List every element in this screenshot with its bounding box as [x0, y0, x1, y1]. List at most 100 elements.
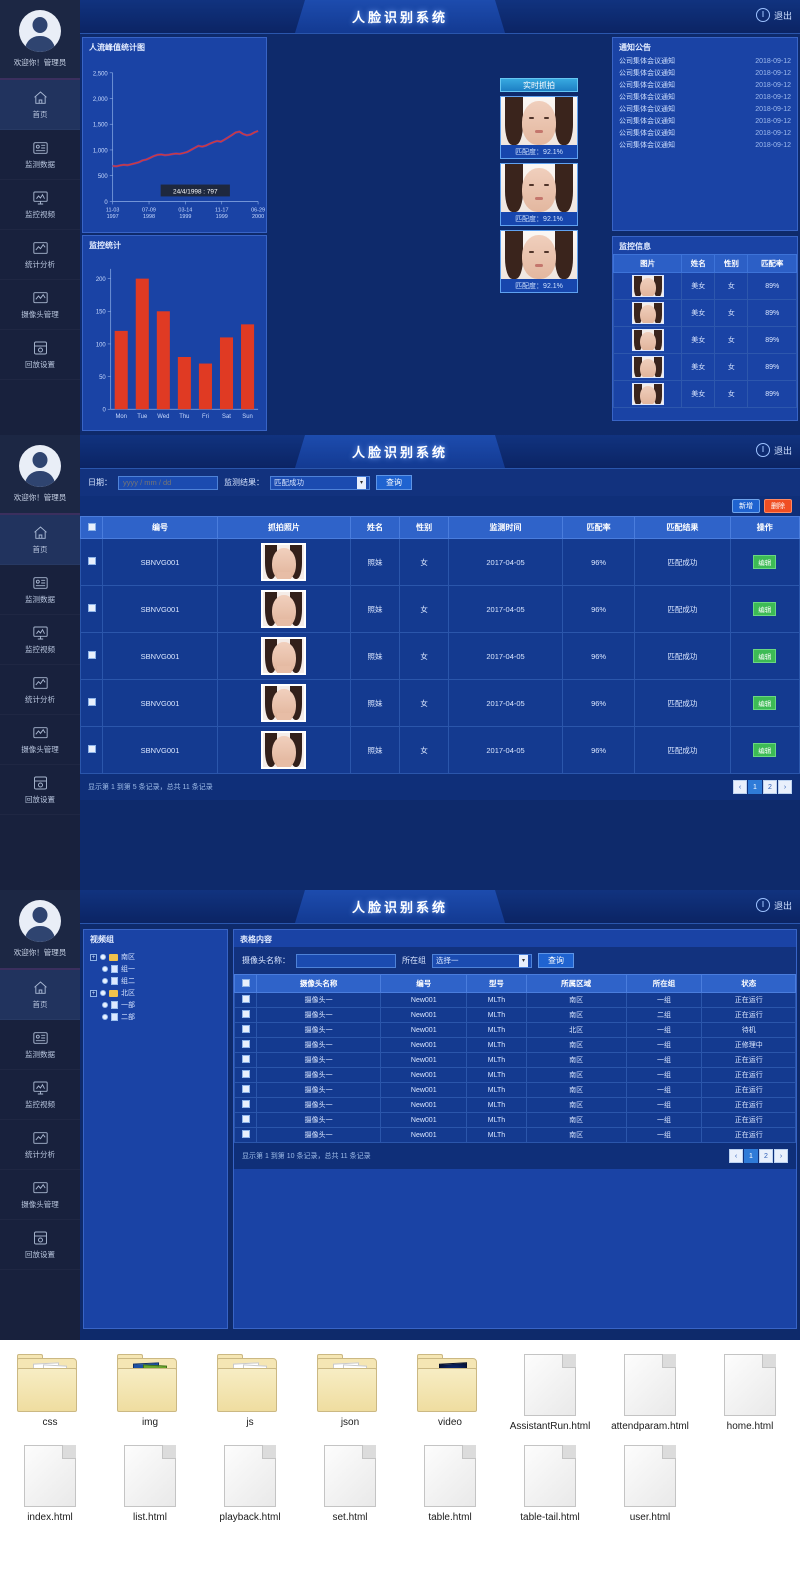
result-select[interactable]: 匹配成功 ▾ [270, 475, 370, 490]
table-row[interactable]: SBNVG001 照妹女 2017-04-05 96% 匹配成功 编辑 [80, 538, 800, 586]
table-row[interactable]: SBNVG001 照妹女 2017-04-05 96% 匹配成功 编辑 [80, 726, 800, 774]
table-row[interactable]: 摄像头一 New001 MLTh 南区 二组 正在运行 [234, 1007, 796, 1023]
notice-item[interactable]: 公司集体会议通知 2018-09-12 [613, 115, 797, 127]
sidebar-item-6[interactable]: 回放设置 [0, 330, 80, 380]
sidebar-item-4[interactable]: 统计分析 [0, 1120, 80, 1170]
edit-button[interactable]: 编辑 [753, 696, 777, 710]
table-row[interactable]: 美女女 89% [612, 380, 797, 408]
add-record-button[interactable]: 新增 [732, 499, 760, 513]
notice-text[interactable]: 公司集体会议通知 [619, 68, 675, 78]
file-item[interactable]: AssistantRun.html [500, 1354, 600, 1433]
select-all-checkbox-cameras[interactable] [241, 978, 250, 987]
notice-text[interactable]: 公司集体会议通知 [619, 128, 675, 138]
row-checkbox[interactable] [87, 604, 96, 612]
notice-item[interactable]: 公司集体会议通知 2018-09-12 [613, 67, 797, 79]
notice-item[interactable]: 公司集体会议通知 2018-09-12 [613, 55, 797, 67]
notice-item[interactable]: 公司集体会议通知 2018-09-12 [613, 79, 797, 91]
live-capture-card[interactable]: 匹配度：92.1% [500, 96, 578, 159]
edit-button[interactable]: 编辑 [753, 649, 777, 663]
sidebar-item-4[interactable]: 统计分析 [0, 230, 80, 280]
live-capture-card[interactable]: 匹配度：92.1% [500, 230, 578, 293]
tree-node[interactable]: + 北区 [90, 987, 221, 999]
tree-node[interactable]: 组一 [90, 963, 221, 975]
notice-text[interactable]: 公司集体会议通知 [619, 92, 675, 102]
expand-icon[interactable]: + [90, 953, 97, 961]
logout-button-3[interactable]: 退出 [755, 898, 792, 912]
select-all-checkbox[interactable] [87, 522, 96, 531]
sidebar-item-3[interactable]: 监控视频 [0, 180, 80, 230]
logout-button[interactable]: 退出 [755, 8, 792, 22]
table-row[interactable]: 摄像头一 New001 MLTh 南区 一组 正在运行 [234, 1052, 796, 1068]
live-capture-card[interactable]: 匹配度：92.1% [500, 163, 578, 226]
table-row[interactable]: 美女女 89% [612, 353, 797, 381]
sidebar-item-3[interactable]: 监控视频 [0, 615, 80, 665]
notice-text[interactable]: 公司集体会议通知 [619, 56, 675, 66]
sidebar-item-6[interactable]: 回放设置 [0, 1220, 80, 1270]
table-row[interactable]: 摄像头一 New001 MLTh 南区 一组 正在运行 [234, 1082, 796, 1098]
row-checkbox[interactable] [241, 1100, 250, 1108]
sidebar-item-2[interactable]: 监测数据 [0, 1020, 80, 1070]
cameras-page-2[interactable]: 2 [759, 1149, 773, 1163]
camera-name-input[interactable] [296, 953, 396, 968]
row-checkbox[interactable] [241, 1010, 250, 1018]
row-checkbox[interactable] [241, 1130, 250, 1138]
row-checkbox[interactable] [241, 1025, 250, 1033]
sidebar-item-4[interactable]: 统计分析 [0, 665, 80, 715]
delete-record-button[interactable]: 删除 [764, 499, 792, 513]
notice-item[interactable]: 公司集体会议通知 2018-09-12 [613, 139, 797, 151]
row-checkbox[interactable] [241, 1115, 250, 1123]
edit-button[interactable]: 编辑 [753, 602, 777, 616]
file-item[interactable]: index.html [0, 1444, 100, 1524]
sidebar-item-1[interactable]: 首页 [0, 970, 80, 1020]
table-row[interactable]: 摄像头一 New001 MLTh 北区 一组 待机 [234, 1022, 796, 1038]
sidebar-item-1[interactable]: 首页 [0, 80, 80, 130]
table-row[interactable]: 美女女 89% [612, 272, 797, 300]
sidebar-item-2[interactable]: 监测数据 [0, 565, 80, 615]
notice-text[interactable]: 公司集体会议通知 [619, 104, 675, 114]
row-checkbox[interactable] [241, 1040, 250, 1048]
edit-button[interactable]: 编辑 [753, 555, 777, 569]
camera-query-button[interactable]: 查询 [538, 953, 574, 968]
table-row[interactable]: SBNVG001 照妹女 2017-04-05 96% 匹配成功 编辑 [80, 632, 800, 680]
tree-node[interactable]: + 南区 [90, 951, 221, 963]
file-item[interactable]: attendparam.html [600, 1354, 700, 1433]
table-row[interactable]: SBNVG001 照妹女 2017-04-05 96% 匹配成功 编辑 [80, 679, 800, 727]
cameras-page-prev[interactable]: ‹ [729, 1149, 743, 1163]
notice-item[interactable]: 公司集体会议通知 2018-09-12 [613, 103, 797, 115]
row-checkbox[interactable] [241, 1070, 250, 1078]
file-item[interactable]: playback.html [200, 1444, 300, 1524]
row-checkbox[interactable] [241, 1085, 250, 1093]
records-page-next[interactable]: › [778, 780, 792, 794]
records-page-2[interactable]: 2 [763, 780, 777, 794]
table-row[interactable]: 摄像头一 New001 MLTh 南区 一组 正在运行 [234, 1112, 796, 1128]
date-input[interactable] [118, 475, 218, 490]
tree-node[interactable]: 组二 [90, 975, 221, 987]
folder-item[interactable]: css [0, 1354, 100, 1433]
row-checkbox[interactable] [241, 1055, 250, 1063]
table-row[interactable]: 美女女 89% [612, 326, 797, 354]
cameras-page-next[interactable]: › [774, 1149, 788, 1163]
folder-item[interactable]: js [200, 1354, 300, 1433]
records-page-prev[interactable]: ‹ [733, 780, 747, 794]
sidebar-item-5[interactable]: 摄像头管理 [0, 1170, 80, 1220]
file-item[interactable]: list.html [100, 1444, 200, 1524]
sidebar-item-6[interactable]: 回放设置 [0, 765, 80, 815]
table-row[interactable]: 摄像头一 New001 MLTh 南区 一组 正在运行 [234, 992, 796, 1008]
edit-button[interactable]: 编辑 [753, 743, 777, 757]
records-query-button[interactable]: 查询 [376, 475, 412, 490]
row-checkbox[interactable] [87, 745, 96, 753]
table-row[interactable]: 摄像头一 New001 MLTh 南区 一组 正修理中 [234, 1037, 796, 1053]
row-checkbox[interactable] [87, 698, 96, 706]
table-row[interactable]: SBNVG001 照妹女 2017-04-05 96% 匹配成功 编辑 [80, 585, 800, 633]
notice-item[interactable]: 公司集体会议通知 2018-09-12 [613, 127, 797, 139]
file-item[interactable]: table-tail.html [500, 1444, 600, 1524]
table-row[interactable]: 摄像头一 New001 MLTh 南区 一组 正在运行 [234, 1097, 796, 1113]
file-item[interactable]: home.html [700, 1354, 800, 1433]
row-checkbox[interactable] [87, 651, 96, 659]
tree-node[interactable]: 二部 [90, 1011, 221, 1023]
sidebar-item-1[interactable]: 首页 [0, 515, 80, 565]
camera-group-select[interactable]: 选择一 ▾ [432, 953, 532, 968]
table-row[interactable]: 摄像头一 New001 MLTh 南区 一组 正在运行 [234, 1067, 796, 1083]
folder-item[interactable]: video [400, 1354, 500, 1433]
sidebar-item-5[interactable]: 摄像头管理 [0, 715, 80, 765]
